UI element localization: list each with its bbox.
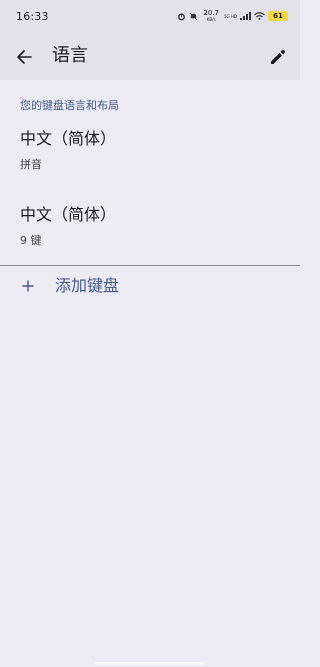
app-bar: 语言 [0, 34, 300, 80]
net-speed: 20.7 KB/s [203, 9, 219, 23]
battery-icon: 61 [268, 11, 288, 21]
plus-icon [18, 276, 38, 296]
back-button[interactable] [12, 45, 36, 69]
add-keyboard-label: 添加键盘 [55, 276, 120, 295]
keyboard-layout: 拼音 [20, 158, 42, 171]
net-speed-unit: KB/s [206, 17, 216, 22]
section-header: 您的键盘语言和布局 [20, 99, 119, 112]
alarm-icon [178, 13, 186, 20]
keyboard-language: 中文（简体） [20, 205, 117, 224]
arrow-back-icon [17, 50, 32, 64]
status-time: 16:33 [16, 10, 49, 23]
keyboard-item-pinyin[interactable]: 中文（简体） 拼音 [0, 128, 300, 200]
net-speed-value: 20.7 [203, 9, 219, 17]
pencil-icon [271, 49, 286, 64]
divider [0, 265, 300, 266]
edit-button[interactable] [266, 45, 290, 69]
add-keyboard-button[interactable]: 添加键盘 [0, 270, 300, 304]
network-label: 5G HD [223, 13, 237, 19]
wifi-icon [254, 12, 265, 20]
page-title: 语言 [52, 45, 88, 66]
signal-icon [240, 12, 251, 20]
status-bar: 16:33 20.7 KB/s 5G HD 61 [0, 0, 300, 34]
status-icons: 20.7 KB/s 5G HD 61 [177, 9, 288, 23]
mute-bell-icon [189, 12, 198, 20]
home-indicator[interactable] [95, 662, 205, 665]
keyboard-layout: 9 键 [20, 234, 42, 247]
keyboard-language: 中文（简体） [20, 129, 117, 148]
